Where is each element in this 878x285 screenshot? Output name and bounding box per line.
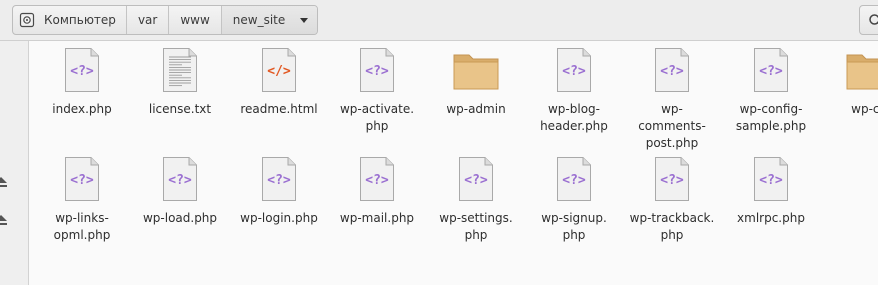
svg-text:<?>: <?>	[660, 173, 684, 188]
svg-text:<?>: <?>	[562, 64, 586, 79]
file-name-label: xmlrpc.php	[737, 211, 805, 225]
svg-text:<?>: <?>	[70, 64, 94, 79]
file-name-label: license.txt	[148, 102, 212, 116]
file-name-label: index.php	[52, 102, 112, 116]
file-item[interactable]: license.txt	[132, 47, 228, 118]
php-file-icon: <?>	[754, 48, 788, 92]
file-name-label: wp-settings. php	[439, 211, 513, 242]
text-file-icon	[163, 48, 197, 92]
file-item[interactable]: <?> wp-mail.php	[329, 156, 425, 227]
file-name-label: wp-admin	[446, 102, 506, 116]
toolbar: Компьютер var www new_site	[0, 0, 878, 41]
breadcrumb-var[interactable]: var	[127, 6, 170, 34]
folder-icon	[453, 54, 499, 90]
file-item[interactable]: <?> wp-trackback. php	[624, 156, 720, 244]
file-name-label: wp-signup. php	[541, 211, 607, 242]
svg-text:<?>: <?>	[365, 64, 389, 79]
svg-text:<?>: <?>	[660, 64, 684, 79]
breadcrumb-computer-label: Компьютер	[44, 13, 116, 27]
folder-item[interactable]: wp-admin	[428, 47, 524, 118]
php-file-icon: <?>	[360, 157, 394, 201]
php-file-icon: <?>	[655, 48, 689, 92]
file-name-label: wp-blog- header.php	[540, 102, 608, 133]
file-item[interactable]: <?> wp-settings. php	[428, 156, 524, 244]
computer-icon	[19, 12, 35, 28]
svg-text:<?>: <?>	[70, 173, 94, 188]
php-file-icon: <?>	[459, 157, 493, 201]
file-item[interactable]: <?> wp-config- sample.php	[723, 47, 819, 135]
chevron-down-icon	[300, 18, 309, 23]
sidebar	[0, 41, 29, 285]
breadcrumb-new-site[interactable]: new_site	[221, 6, 318, 34]
svg-text:<?>: <?>	[168, 173, 192, 188]
folder-icon	[846, 54, 878, 90]
file-item[interactable]: <?> wp-blog- header.php	[526, 47, 622, 135]
eject-icon[interactable]	[0, 175, 8, 189]
file-item[interactable]: <?> index.php	[34, 47, 130, 118]
file-name-label: wp-load.php	[142, 211, 218, 225]
file-item[interactable]: </> readme.html	[231, 47, 327, 118]
php-file-icon: <?>	[655, 157, 689, 201]
file-item[interactable]: <?> xmlrpc.php	[723, 156, 819, 227]
file-name-label: wp-activate. php	[339, 102, 415, 133]
php-file-icon: <?>	[754, 157, 788, 201]
svg-text:<?>: <?>	[365, 173, 389, 188]
php-file-icon: <?>	[65, 157, 99, 201]
file-name-label: wp-co	[851, 102, 878, 116]
php-file-icon: <?>	[163, 157, 197, 201]
php-file-icon: <?>	[262, 157, 296, 201]
file-name-label: readme.html	[240, 102, 318, 116]
file-item[interactable]: <?> wp- comments- post.php	[624, 47, 720, 152]
path-bar: Компьютер var www new_site	[12, 5, 319, 35]
file-item[interactable]: <?> wp-login.php	[231, 156, 327, 227]
file-item[interactable]: <?> wp-signup. php	[526, 156, 622, 244]
file-name-label: wp-links- opml.php	[53, 211, 111, 242]
breadcrumb-new-site-label: new_site	[232, 13, 286, 27]
file-name-label: wp-trackback. php	[629, 211, 715, 242]
breadcrumb-www[interactable]: www	[169, 6, 222, 34]
file-name-label: wp-config- sample.php	[735, 102, 807, 133]
svg-text:<?>: <?>	[562, 173, 586, 188]
html-file-icon: </>	[262, 48, 296, 92]
svg-text:<?>: <?>	[267, 173, 291, 188]
file-name-label: wp- comments- post.php	[638, 102, 706, 150]
svg-text:<?>: <?>	[759, 173, 783, 188]
php-file-icon: <?>	[557, 157, 591, 201]
folder-item[interactable]: wp-co	[821, 47, 878, 118]
file-item[interactable]: <?> wp-activate. php	[329, 47, 425, 135]
php-file-icon: <?>	[65, 48, 99, 92]
php-file-icon: <?>	[360, 48, 394, 92]
svg-text:<?>: <?>	[759, 64, 783, 79]
file-item[interactable]: <?> wp-links- opml.php	[34, 156, 130, 244]
search-icon	[869, 14, 878, 25]
file-name-label: wp-login.php	[240, 211, 318, 225]
eject-icon[interactable]	[0, 213, 8, 227]
file-name-label: wp-mail.php	[339, 211, 415, 225]
file-item[interactable]: <?> wp-load.php	[132, 156, 228, 227]
file-manager-window: Компьютер var www new_site <?> index.php…	[0, 0, 878, 285]
php-file-icon: <?>	[557, 48, 591, 92]
search-button[interactable]	[859, 5, 878, 35]
svg-text:</>: </>	[267, 64, 291, 79]
breadcrumb-computer[interactable]: Компьютер	[13, 6, 127, 34]
svg-text:<?>: <?>	[464, 173, 488, 188]
